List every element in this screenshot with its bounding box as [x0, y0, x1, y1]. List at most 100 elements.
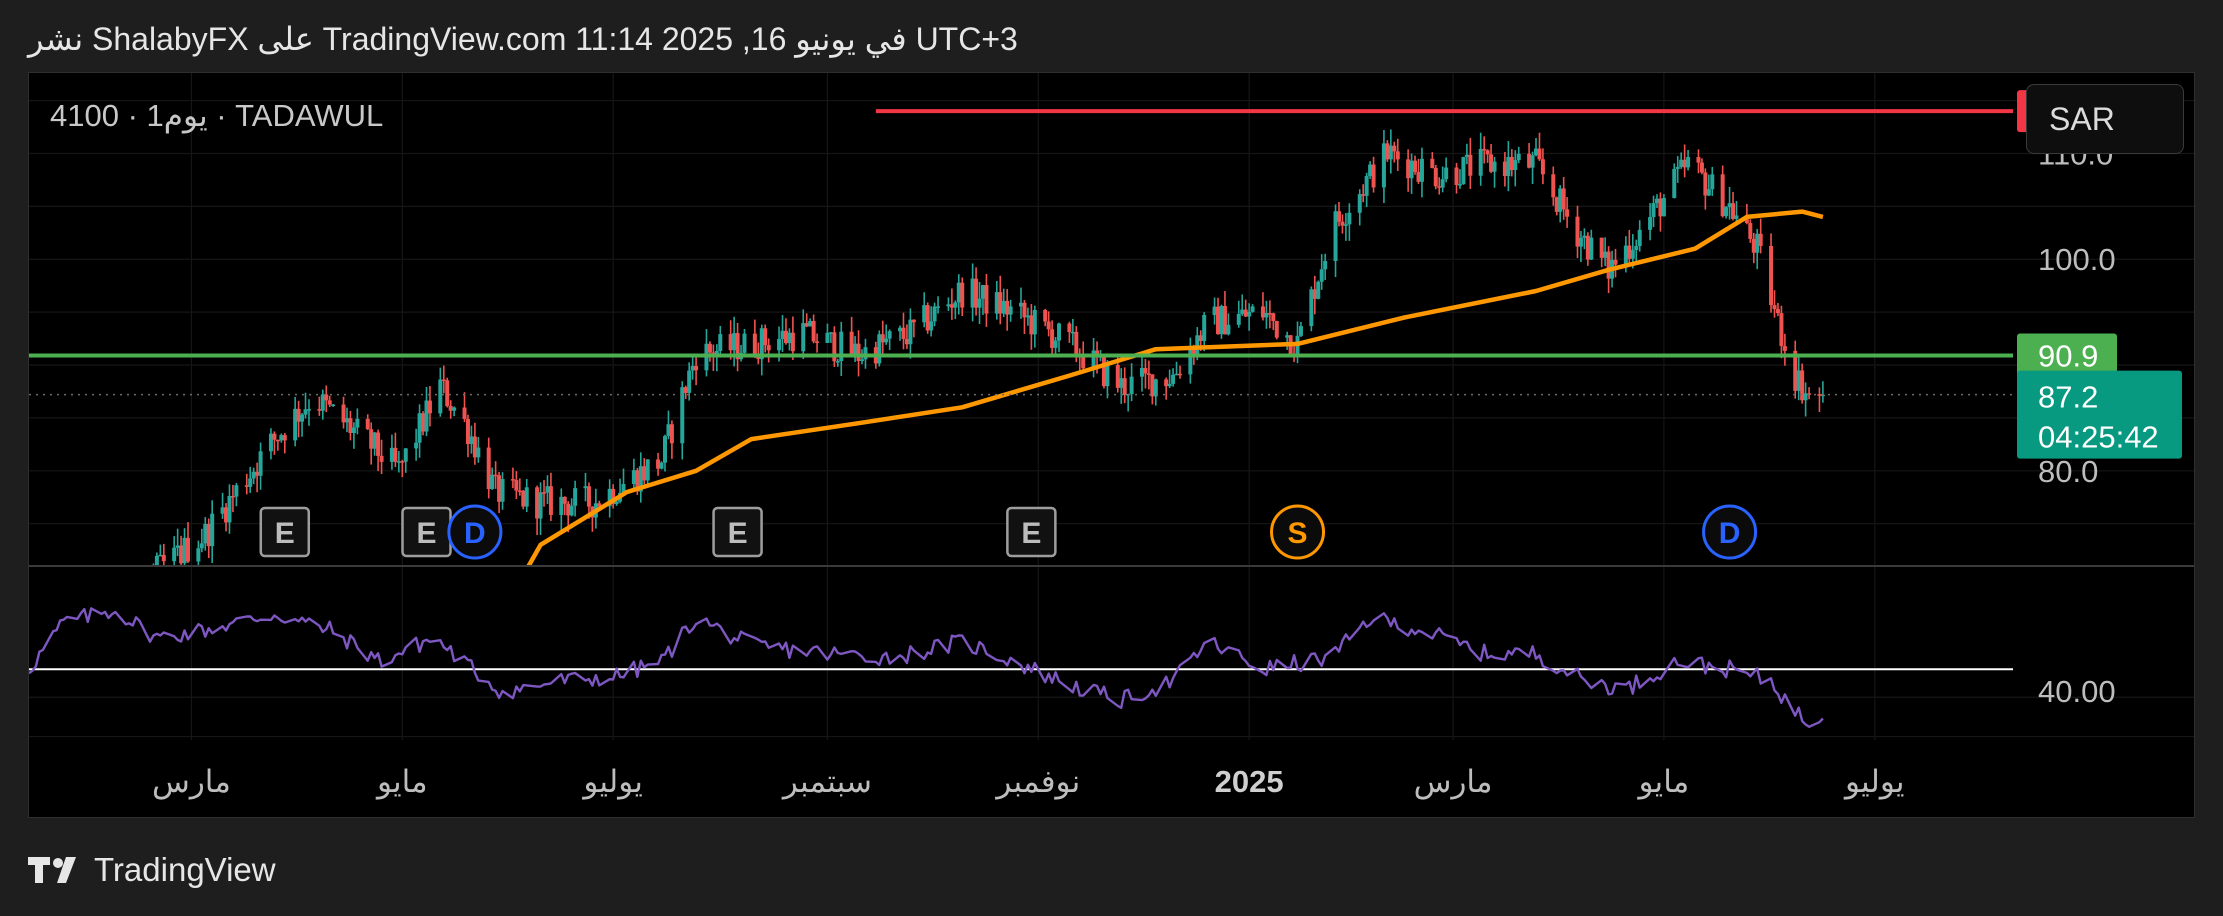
event-marker-split[interactable]: S	[1270, 504, 1326, 560]
candle-body	[1388, 145, 1393, 160]
candle-body	[1461, 157, 1466, 185]
x-tick-label: مارس	[152, 764, 231, 800]
candle-body	[161, 554, 166, 562]
candle-body	[1146, 373, 1151, 375]
candle-body	[1416, 171, 1421, 182]
candle-body	[185, 537, 190, 562]
candle-body	[1575, 216, 1580, 247]
candle-body	[656, 459, 661, 469]
candle-body	[351, 427, 356, 434]
candle-body	[1316, 281, 1321, 299]
rsi-pane[interactable]	[29, 607, 2013, 728]
event-letter: S	[1288, 517, 1308, 550]
candle-body	[1319, 269, 1324, 282]
chart-svg[interactable]: EEDEESD مارس مايو يوليو سبتمبر نوفمبر 2025 مار…	[0, 0, 2223, 916]
price-pane[interactable]	[27, 109, 2013, 704]
candle-body	[469, 436, 474, 444]
candle-body	[389, 447, 394, 462]
candle-body	[1551, 174, 1556, 198]
candle-body	[911, 319, 916, 323]
candle-body	[258, 451, 263, 476]
candle-body	[34, 601, 38, 628]
candle-body	[106, 599, 110, 605]
event-letter: E	[275, 517, 295, 550]
event-marker-earnings[interactable]: E	[259, 506, 311, 558]
candle-body	[887, 331, 892, 339]
candle-body	[379, 455, 384, 462]
candle-body	[994, 292, 999, 314]
candle-body	[320, 394, 325, 411]
event-markers[interactable]: EEDEESD	[259, 504, 1758, 560]
candle-body	[1630, 250, 1635, 259]
candle-body	[932, 306, 937, 322]
event-marker-earnings[interactable]: E	[401, 506, 452, 558]
candle-body	[732, 333, 737, 351]
candle-body	[1032, 309, 1037, 335]
candle-body	[573, 488, 578, 506]
candle-body	[148, 575, 152, 581]
candle-body	[445, 380, 450, 407]
candle-body	[514, 480, 519, 491]
candle-body	[138, 581, 142, 588]
candle-body	[1195, 335, 1200, 355]
candle-body	[1696, 157, 1701, 163]
candle-body	[317, 409, 322, 411]
candle-body	[497, 475, 502, 502]
candle-body	[421, 413, 426, 432]
candle-body	[977, 298, 982, 308]
symbol-info[interactable]: 4100 · 1يوم · TADAWUL	[50, 98, 383, 134]
candle-body	[1817, 394, 1822, 396]
candle-body	[1758, 233, 1763, 247]
candle-body	[1527, 153, 1532, 168]
tradingview-logo[interactable]: TradingView	[28, 848, 276, 892]
candle-body	[55, 600, 59, 622]
candle-body	[777, 339, 782, 351]
candle-body	[493, 474, 498, 477]
moving-average-line[interactable]	[451, 209, 1824, 704]
candle-body	[1599, 237, 1604, 258]
candle-body	[279, 435, 284, 441]
candle-body	[1582, 235, 1587, 238]
candle-body	[1506, 156, 1511, 177]
candle-body	[234, 485, 239, 497]
candle-body	[728, 334, 733, 351]
event-marker-earnings[interactable]: E	[1006, 506, 1057, 558]
last-price-label: 87.2 04:25:42	[2017, 370, 2182, 459]
candle-body	[1216, 306, 1221, 335]
candle-body	[1053, 340, 1058, 348]
event-marker-earnings[interactable]: E	[712, 506, 763, 558]
currency-button[interactable]: SAR	[2026, 84, 2184, 154]
candle-body	[1129, 376, 1134, 395]
x-tick-label: سبتمبر	[781, 764, 872, 800]
candle-body	[763, 328, 768, 346]
candle-body	[376, 432, 381, 456]
candle-body	[1627, 245, 1632, 259]
candle-body	[1046, 321, 1051, 330]
candle-body	[134, 588, 138, 593]
candle-body	[1651, 203, 1656, 218]
candle-body	[835, 361, 840, 363]
candle-body	[694, 365, 699, 371]
candle-body	[1001, 300, 1006, 314]
candle-body	[960, 282, 965, 308]
candle-body	[949, 304, 954, 308]
tradingview-logo-icon	[28, 857, 76, 883]
candle-body	[583, 486, 588, 489]
candle-body	[113, 584, 117, 604]
candle-body	[1658, 198, 1663, 217]
candle-body	[1236, 313, 1241, 325]
rsi-line[interactable]	[29, 607, 1824, 728]
candle-body	[1074, 331, 1079, 356]
candle-body	[1357, 194, 1362, 213]
event-marker-dividend[interactable]: D	[1702, 504, 1758, 560]
x-tick-label: يوليو	[1843, 764, 1904, 800]
candle-body	[1440, 179, 1445, 188]
candle-body	[100, 591, 104, 594]
candle-body	[30, 601, 34, 613]
candle-body	[1260, 306, 1265, 318]
candle-body	[1271, 313, 1276, 322]
candle-body	[1413, 160, 1418, 172]
event-marker-dividend[interactable]: D	[447, 504, 503, 560]
candle-body	[1025, 315, 1030, 318]
candle-body	[801, 323, 806, 352]
